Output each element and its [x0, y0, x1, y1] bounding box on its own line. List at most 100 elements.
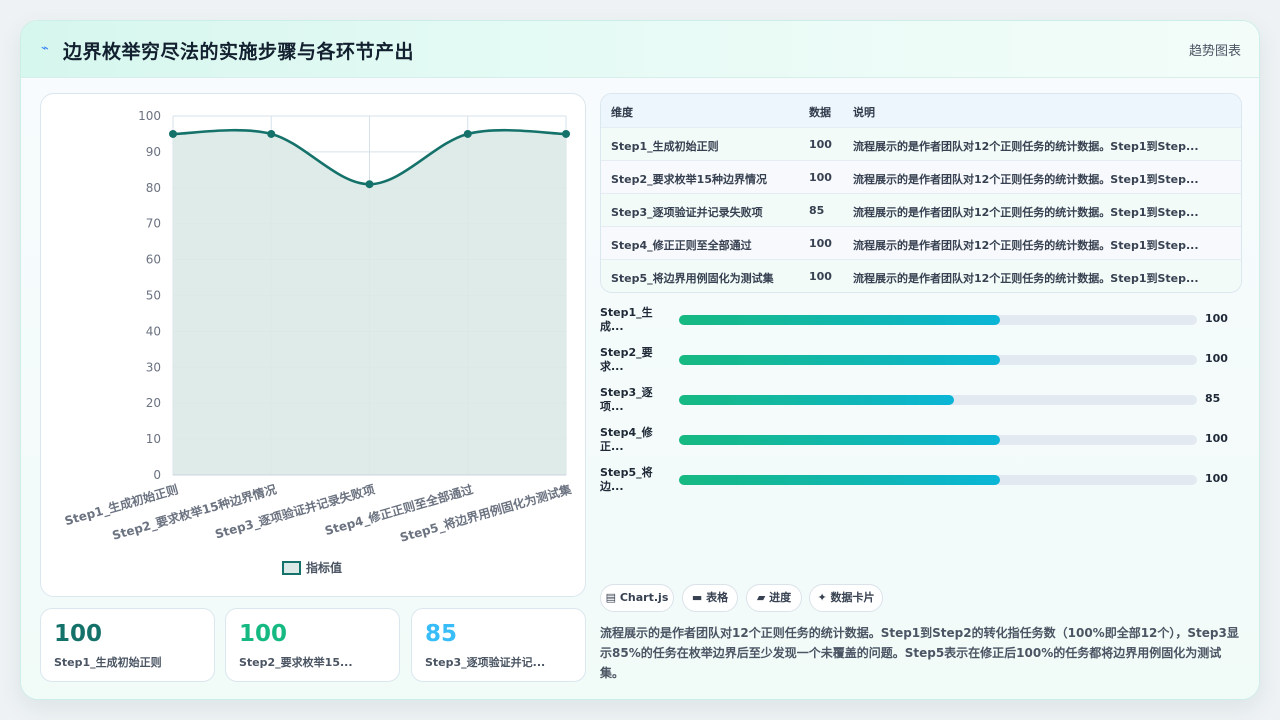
row-dimension: Step4_修正正则至全部通过 — [611, 239, 752, 252]
progress-track — [679, 315, 1197, 325]
data-point — [365, 180, 374, 189]
x-tick-label: Step3_逐项验证并记录失败项 — [213, 481, 376, 542]
y-tick-label: 40 — [146, 324, 161, 338]
progress-value: 100 — [1205, 472, 1228, 485]
progress-value: 100 — [1205, 352, 1228, 365]
table-row: Step5_将边界用例固化为测试集 100 流程展示的是作者团队对12个正则任务… — [601, 259, 1241, 292]
row-value: 85 — [809, 204, 825, 217]
header-bar: ⌁ 边界枚举穷尽法的实施步骤与各环节产出 趋势图表 — [21, 21, 1259, 78]
sparkle-icon: ✦ — [817, 591, 827, 604]
progress-row: Step3_逐项... 85 — [600, 386, 1240, 420]
kpi-value: 100 — [239, 621, 288, 647]
progress-track — [679, 355, 1197, 365]
progress-value: 85 — [1205, 392, 1221, 405]
row-dimension: Step2_要求枚举15种边界情况 — [611, 173, 767, 186]
kpi-card-1: 100 Step1_生成初始正则 — [40, 608, 215, 682]
progress-fill — [679, 355, 1001, 365]
tag-label: Chart.js — [619, 591, 669, 604]
table-header-value: 数据 — [809, 106, 831, 119]
legend-label: 指标值 — [306, 560, 342, 575]
y-tick-label: 60 — [146, 253, 161, 267]
tag-data-card[interactable]: ✦ 数据卡片 — [809, 584, 883, 612]
table-row: Step1_生成初始正则 100 流程展示的是作者团队对12个正则任务的统计数据… — [601, 127, 1241, 161]
progress-row: Step4_修正... 100 — [600, 426, 1240, 460]
kpi-label: Step3_逐项验证并记... — [425, 656, 546, 669]
progress-row: Step5_将边... 100 — [600, 466, 1240, 500]
data-point — [562, 129, 570, 138]
progress-fill — [679, 395, 954, 405]
y-tick-label: 20 — [146, 396, 161, 410]
tag-table[interactable]: ▬ 表格 — [682, 584, 738, 612]
row-value: 100 — [809, 237, 832, 250]
progress-label: Step2_要求... — [600, 346, 653, 373]
progress-row: Step1_生成... 100 — [600, 306, 1240, 340]
data-point — [463, 129, 472, 138]
progress-fill — [679, 435, 1001, 445]
kpi-card-3: 85 Step3_逐项验证并记... — [411, 608, 586, 682]
y-tick-label: 0 — [153, 468, 161, 482]
table-row: Step3_逐项验证并记录失败项 85 流程展示的是作者团队对12个正则任务的统… — [601, 193, 1241, 227]
kpi-card-2: 100 Step2_要求枚举15... — [225, 608, 400, 682]
tag-label: 进度 — [769, 591, 792, 604]
row-description: 流程展示的是作者团队对12个正则任务的统计数据。Step1到Step... — [853, 272, 1199, 285]
tag-label: 表格 — [706, 591, 729, 604]
progress-label: Step3_逐项... — [600, 386, 653, 413]
table-header-description: 说明 — [853, 106, 875, 119]
legend-swatch — [282, 561, 301, 575]
y-tick-label: 70 — [146, 217, 161, 231]
y-tick-label: 10 — [146, 432, 161, 446]
kpi-value: 100 — [54, 621, 103, 647]
y-tick-label: 50 — [146, 289, 161, 303]
row-value: 100 — [809, 171, 832, 184]
row-description: 流程展示的是作者团队对12个正则任务的统计数据。Step1到Step... — [853, 239, 1199, 252]
y-tick-label: 100 — [138, 109, 161, 123]
kpi-value: 85 — [425, 621, 458, 647]
line-chart-panel: 0 10 20 30 40 50 60 70 80 90 100 Step1_生成初始正则 Step2_… — [40, 93, 586, 597]
table-header-row: 维度 数据 说明 — [601, 94, 1241, 127]
row-dimension: Step3_逐项验证并记录失败项 — [611, 206, 763, 219]
progress-value: 100 — [1205, 432, 1228, 445]
row-value: 100 — [809, 270, 832, 283]
line-chart: 0102030405060708090100Step1_生成初始正则Step2_… — [63, 109, 574, 575]
progress-row: Step2_要求... 100 — [600, 346, 1240, 380]
row-value: 100 — [809, 138, 832, 151]
table-icon: ▬ — [691, 591, 703, 604]
table-row: Step2_要求枚举15种边界情况 100 流程展示的是作者团队对12个正则任务… — [601, 160, 1241, 194]
row-dimension: Step1_生成初始正则 — [611, 140, 719, 153]
tag-progress[interactable]: ▰ 进度 — [746, 584, 802, 612]
trend-chart-link[interactable]: 趋势图表 — [1189, 40, 1241, 59]
progress-track — [679, 435, 1197, 445]
progress-label: Step1_生成... — [600, 306, 653, 333]
chart-icon: ▤ — [605, 591, 617, 604]
table-row: Step4_修正正则至全部通过 100 流程展示的是作者团队对12个正则任务的统… — [601, 226, 1241, 260]
progress-fill — [679, 475, 1001, 485]
row-dimension: Step5_将边界用例固化为测试集 — [611, 272, 774, 285]
progress-track — [679, 395, 1197, 405]
kpi-label: Step1_生成初始正则 — [54, 656, 162, 669]
data-point — [169, 129, 177, 138]
lightning-icon: ⌁ — [41, 41, 49, 56]
row-description: 流程展示的是作者团队对12个正则任务的统计数据。Step1到Step... — [853, 140, 1199, 153]
page-title: 边界枚举穷尽法的实施步骤与各环节产出 — [63, 41, 415, 63]
progress-label: Step5_将边... — [600, 466, 653, 493]
row-description: 流程展示的是作者团队对12个正则任务的统计数据。Step1到Step... — [853, 206, 1199, 219]
y-tick-label: 90 — [146, 145, 161, 159]
x-tick-label: Step2_要求枚举15种边界情况 — [110, 481, 278, 543]
kpi-label: Step2_要求枚举15... — [239, 656, 353, 669]
progress-track — [679, 475, 1197, 485]
progress-fill — [679, 315, 1001, 325]
table-header-dimension: 维度 — [611, 106, 633, 119]
data-point — [267, 129, 276, 138]
x-tick-label: Step5_将边界用例固化为测试集 — [398, 481, 574, 546]
progress-value: 100 — [1205, 312, 1228, 325]
tag-chartjs[interactable]: ▤ Chart.js — [600, 584, 674, 612]
dashboard-card: ⌁ 边界枚举穷尽法的实施步骤与各环节产出 趋势图表 0 10 20 30 40 50 60 7… — [20, 20, 1260, 700]
y-tick-label: 30 — [146, 360, 161, 374]
data-table: 维度 数据 说明 Step1_生成初始正则 100 流程展示的是作者团队对12个… — [600, 93, 1242, 293]
progress-label: Step4_修正... — [600, 426, 653, 453]
chart-description: 流程展示的是作者团队对12个正则任务的统计数据。Step1到Step2的转化指任… — [600, 626, 1239, 680]
y-tick-label: 80 — [146, 181, 161, 195]
tag-label: 数据卡片 — [830, 591, 875, 604]
row-description: 流程展示的是作者团队对12个正则任务的统计数据。Step1到Step... — [853, 173, 1199, 186]
progress-icon: ▰ — [756, 591, 766, 604]
